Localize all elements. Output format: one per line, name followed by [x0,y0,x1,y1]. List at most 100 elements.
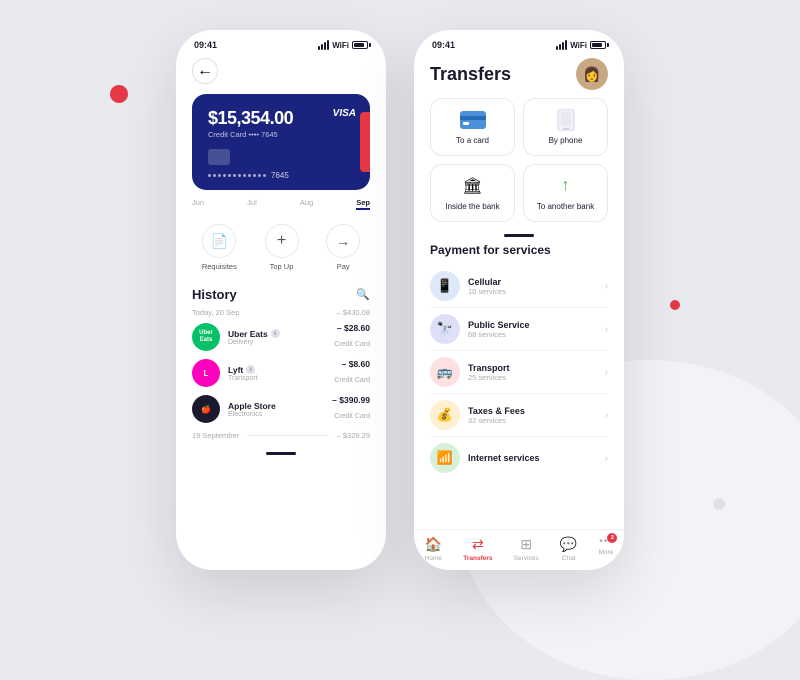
month-tab-jul[interactable]: Jul [247,198,257,210]
taxes-name: Taxes & Fees [468,406,597,416]
to-card-icon [459,109,487,131]
payment-services-title: Payment for services [430,243,608,257]
transfer-another-bank[interactable]: ↑ To another bank [523,164,608,222]
battery-icon [352,41,368,49]
pfs-internet[interactable]: 📶 Internet services › [430,437,608,479]
apple-name: Apple Store [228,401,276,411]
month-tab-jun[interactable]: Jun [192,198,204,210]
pay-icon: → [326,224,360,258]
apple-card: Credit Card [334,413,370,420]
apple-amounts: – $390.99 Credit Card [332,395,370,423]
phone-left: 09:41 WiFi ← $15,354.00 Cred [176,30,386,570]
services-nav-icon: ⊞ [520,536,532,553]
pfs-transport[interactable]: 🚌 Transport 25 services › [430,351,608,394]
transfer-inside-bank[interactable]: 🏛 Inside the bank [430,164,515,222]
status-icons-left: WiFi [318,40,368,50]
public-service-icon: 🔭 [430,314,460,344]
ubereats-name: Uber Eats [228,329,268,339]
battery-icon-right [590,41,606,49]
payment-services-section: Payment for services 📱 Cellular 10 servi… [414,243,624,479]
wifi-icon-right: WiFi [570,41,587,50]
lyft-sub: Transport [228,375,326,382]
services-nav-label: Services [514,555,539,562]
signal-bar-r4 [565,40,567,50]
inside-bank-icon: 🏛 [459,175,487,197]
nav-services[interactable]: ⊞ Services [514,536,539,562]
signal-bar-r2 [559,44,561,50]
top-up-button[interactable]: + Top Up [265,224,299,271]
requisites-icon: 📄 [202,224,236,258]
search-icon[interactable]: 🔍 [356,288,370,301]
cellular-icon: 📱 [430,271,460,301]
history-date1-total: – $430.08 [337,308,370,317]
lyft-card: Credit Card [334,377,370,384]
time-right: 09:41 [432,40,455,50]
history-item-ubereats[interactable]: UberEats Uber Eats ℹ Delivery – $28.60 C… [192,323,370,351]
transport-name: Transport [468,363,597,373]
pfs-public-service[interactable]: 🔭 Public Service 68 services › [430,308,608,351]
to-card-label: To a card [456,136,489,145]
nav-more[interactable]: ••• More 2 [599,536,614,562]
public-service-sub: 68 services [468,330,597,339]
cellular-info: Cellular 10 services [468,277,597,296]
lyft-info: Lyft ℹ Transport [228,365,326,382]
more-nav-label: More [599,549,614,556]
month-tab-sep[interactable]: Sep [356,198,370,210]
ubereats-sub: Delivery [228,339,326,346]
scroll-indicator-right [414,234,624,237]
history-divider-line [247,435,329,436]
pfs-cellular[interactable]: 📱 Cellular 10 services › [430,265,608,308]
signal-bar-2 [321,44,323,50]
pay-button[interactable]: → Pay [326,224,360,271]
history-date2-row: 19 September – $329.29 [192,431,370,440]
history-item-apple[interactable]: 🍎 Apple Store Electronics – $390.99 Cred… [192,395,370,423]
wifi-icon: WiFi [332,41,349,50]
nav-home[interactable]: 🏠 Home [425,536,442,562]
transfers-title: Transfers [430,64,511,85]
apple-info: Apple Store Electronics [228,401,324,418]
ubereats-info: Uber Eats ℹ Delivery [228,329,326,346]
internet-name: Internet services [468,453,597,463]
ubereats-amounts: – $28.60 Credit Card [334,323,370,351]
internet-chevron: › [605,453,608,464]
card-chip [208,149,230,165]
transport-icon: 🚌 [430,357,460,387]
by-phone-icon [552,109,580,131]
transfer-options-grid: To a card By phone 🏛 Inside the bank ↑ T… [414,98,624,222]
ubereats-logo: UberEats [192,323,220,351]
another-bank-label: To another bank [537,202,594,211]
apple-sub: Electronics [228,411,324,418]
lyft-amount: – $8.60 [334,359,370,369]
taxes-icon: 💰 [430,400,460,430]
avatar[interactable]: 👩 [576,58,608,90]
card-label: Credit Card •••• 7645 [208,130,354,139]
decorative-red-circle-tl [110,85,128,103]
signal-bar-3 [324,42,326,50]
nav-transfers[interactable]: ⇄ Transfers [463,536,492,562]
cellular-name: Cellular [468,277,597,287]
transfer-by-phone[interactable]: By phone [523,98,608,156]
ubereats-amount: – $28.60 [334,323,370,333]
pfs-taxes[interactable]: 💰 Taxes & Fees 32 services › [430,394,608,437]
back-button[interactable]: ← [192,58,218,84]
transport-info: Transport 25 services [468,363,597,382]
card-brand: VISA [333,108,356,119]
ubereats-info-dot: ℹ [271,329,280,338]
transport-chevron: › [605,367,608,378]
public-service-chevron: › [605,324,608,335]
home-nav-icon: 🏠 [425,536,442,553]
lyft-amounts: – $8.60 Credit Card [334,359,370,387]
top-up-label: Top Up [270,262,294,271]
requisites-button[interactable]: 📄 Requisites [202,224,237,271]
home-nav-label: Home [425,555,442,562]
signal-bar-r1 [556,46,558,50]
transport-sub: 25 services [468,373,597,382]
history-item-lyft[interactable]: L Lyft ℹ Transport – $8.60 Credit Card [192,359,370,387]
nav-chat[interactable]: 💬 Chat [560,536,577,562]
more-nav-badge: 2 [607,533,617,543]
transfer-to-card[interactable]: To a card [430,98,515,156]
card-red-accent [360,112,370,172]
taxes-chevron: › [605,410,608,421]
signal-bars-right [556,40,567,50]
month-tab-aug[interactable]: Aug [300,198,313,210]
